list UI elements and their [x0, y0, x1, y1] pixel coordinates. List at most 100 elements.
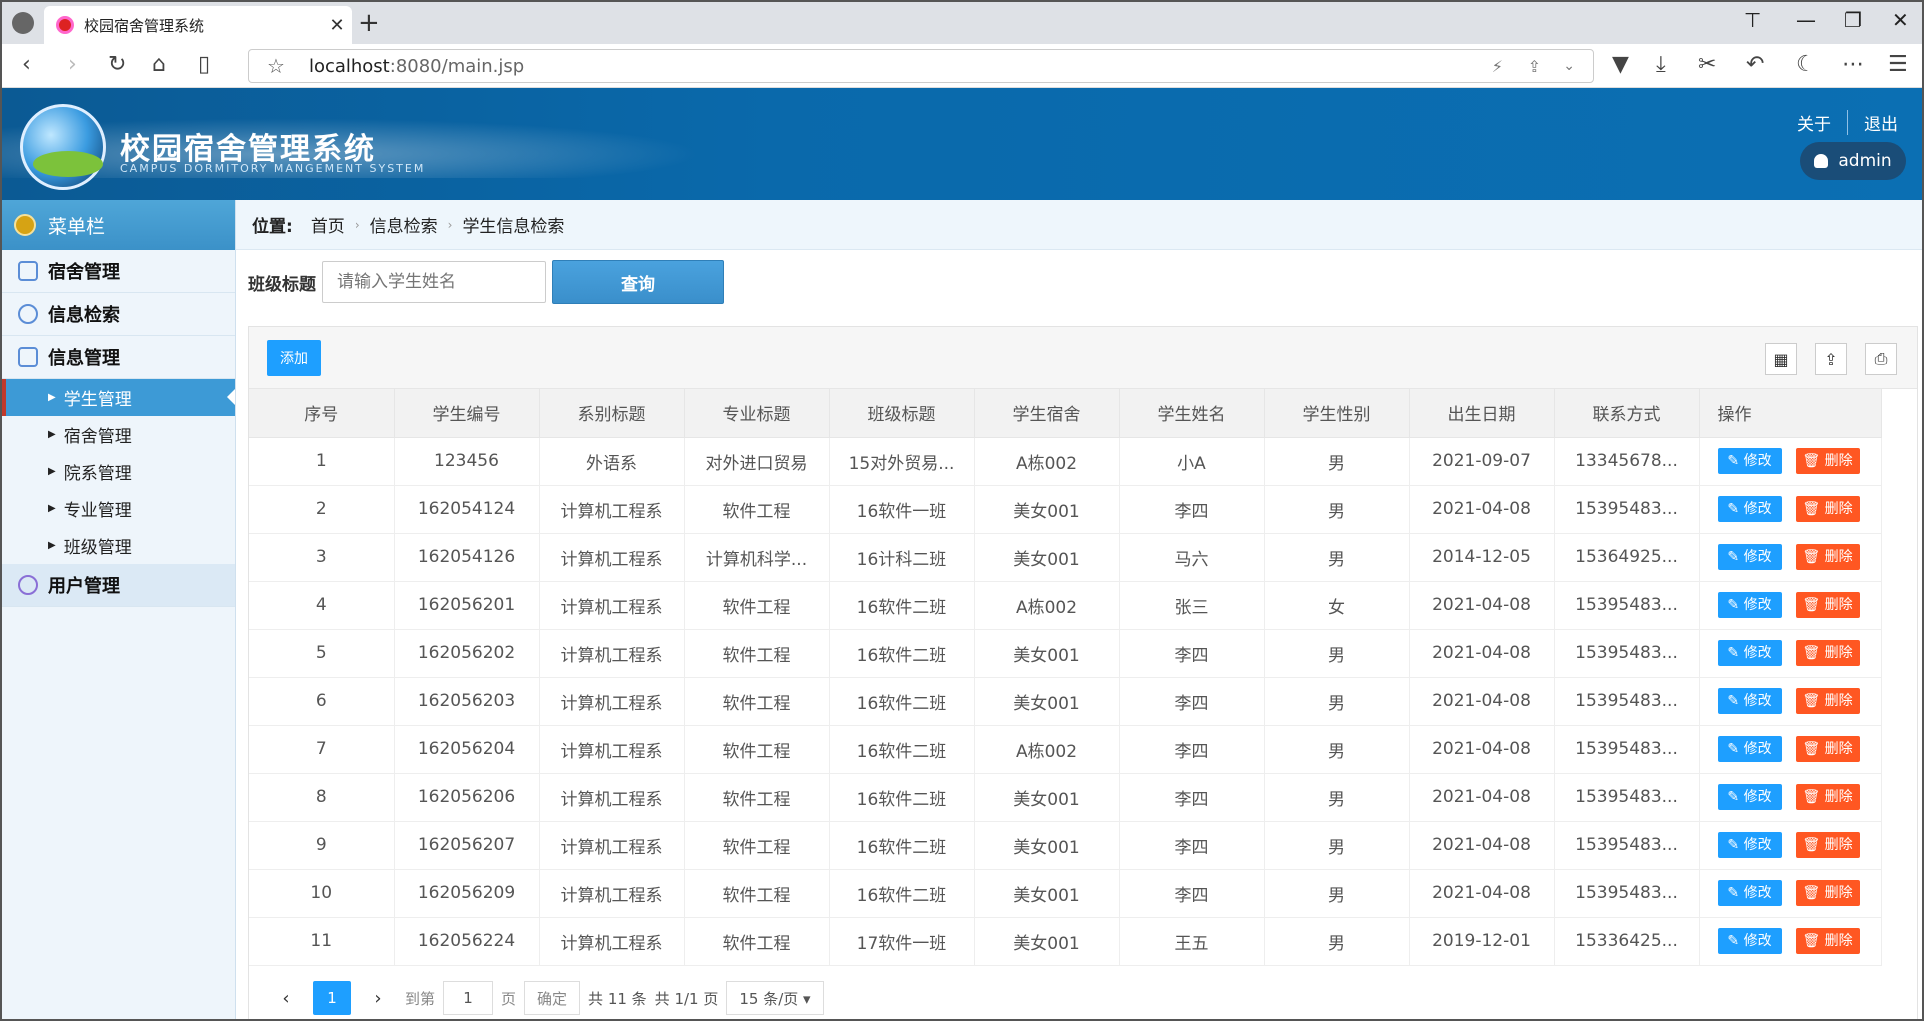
share-icon[interactable]: ⇪: [1528, 57, 1541, 76]
goto-page-input[interactable]: 1: [443, 981, 494, 1015]
caret-right-icon: ▶: [48, 503, 56, 514]
back-icon[interactable]: ‹: [22, 52, 31, 77]
table-cell: 15336425...: [1554, 917, 1700, 966]
table-cell: 162056224: [394, 917, 540, 966]
delete-button[interactable]: 🗑 删除: [1795, 736, 1860, 762]
edit-label: 修改: [1743, 453, 1772, 469]
about-link[interactable]: 关于: [1797, 110, 1831, 135]
search-input[interactable]: [322, 261, 546, 303]
goto-confirm-button[interactable]: 确定: [524, 981, 581, 1015]
table-row: 3 162054126 计算机工程系 计算机科学... 16计科二班 美女001 马六男 20…: [249, 533, 1882, 582]
table-cell: 15395483...: [1554, 485, 1700, 534]
sidebar-group-user[interactable]: 用户管理: [2, 564, 235, 607]
forward-icon[interactable]: ›: [68, 52, 77, 77]
edit-button[interactable]: ✎ 修改: [1717, 592, 1782, 618]
sidebar-group-info[interactable]: 信息管理: [2, 336, 235, 379]
edit-button[interactable]: ✎ 修改: [1717, 880, 1782, 906]
restore-icon[interactable]: ❐: [1844, 8, 1862, 32]
chevron-down-icon[interactable]: ⌄: [1563, 58, 1575, 74]
user-badge[interactable]: admin: [1800, 142, 1906, 180]
address-bar[interactable]: ☆ localhost:8080/main.jsp ⚡ ⇪ ⌄: [248, 49, 1594, 83]
delete-label: 删除: [1824, 837, 1853, 853]
col-header: 学生性别: [1264, 389, 1410, 438]
more-icon[interactable]: ⋯: [1842, 52, 1864, 77]
sidebar-item-class[interactable]: ▶ 班级管理: [2, 527, 235, 564]
delete-button[interactable]: 🗑 删除: [1795, 688, 1860, 714]
table-cell: 软件工程: [684, 677, 830, 726]
edit-button[interactable]: ✎ 修改: [1717, 784, 1782, 810]
browser-tab[interactable]: 校园宿舍管理系统 ✕: [44, 6, 352, 44]
reader-icon[interactable]: ▯: [198, 52, 210, 77]
lightning-icon[interactable]: ⚡: [1492, 57, 1503, 76]
row-actions: ✎ 修改 🗑 删除: [1699, 917, 1882, 966]
print-icon[interactable]: ⎙: [1865, 343, 1897, 375]
edit-button[interactable]: ✎ 修改: [1717, 544, 1782, 570]
edit-button[interactable]: ✎ 修改: [1717, 688, 1782, 714]
delete-button[interactable]: 🗑 删除: [1795, 592, 1860, 618]
delete-button[interactable]: 🗑 删除: [1795, 640, 1860, 666]
home-icon[interactable]: ⌂: [152, 52, 166, 77]
delete-label: 删除: [1824, 645, 1853, 661]
breadcrumb-search[interactable]: 信息检索: [370, 212, 438, 237]
extension-icon[interactable]: ▼: [1612, 52, 1629, 77]
download-icon[interactable]: ⤓: [1656, 52, 1666, 77]
trash-icon: 🗑: [1802, 741, 1825, 757]
edit-button[interactable]: ✎ 修改: [1717, 496, 1782, 522]
prev-page-icon[interactable]: ‹: [267, 981, 305, 1015]
logout-link[interactable]: 退出: [1864, 110, 1898, 135]
edit-button[interactable]: ✎ 修改: [1717, 736, 1782, 762]
new-tab-icon[interactable]: +: [358, 8, 380, 38]
menu-toggle-icon[interactable]: [14, 214, 36, 236]
sidebar-item-dorm[interactable]: ▶ 宿舍管理: [2, 416, 235, 453]
table-cell: 李四: [1119, 869, 1265, 918]
sidebar-group-search[interactable]: 信息检索: [2, 293, 235, 336]
edit-button[interactable]: ✎ 修改: [1717, 832, 1782, 858]
row-actions: ✎ 修改 🗑 删除: [1699, 485, 1882, 534]
bookmark-star-icon[interactable]: ☆: [267, 54, 285, 78]
edit-button[interactable]: ✎ 修改: [1717, 448, 1782, 474]
next-page-icon[interactable]: ›: [359, 981, 397, 1015]
table-cell: 2019-12-01: [1409, 917, 1555, 966]
window-close-icon[interactable]: ✕: [1892, 8, 1909, 32]
delete-button[interactable]: 🗑 删除: [1795, 784, 1860, 810]
delete-label: 删除: [1824, 693, 1853, 709]
minimize-icon[interactable]: —: [1796, 8, 1816, 32]
columns-icon[interactable]: ▦: [1765, 343, 1797, 375]
per-page-select[interactable]: 15 条/页 ▾: [726, 981, 824, 1015]
delete-button[interactable]: 🗑 删除: [1795, 448, 1860, 474]
sidebar-item-department[interactable]: ▶ 院系管理: [2, 453, 235, 490]
table-cell: 美女001: [974, 677, 1120, 726]
delete-button[interactable]: 🗑 删除: [1795, 928, 1860, 954]
edit-label: 修改: [1743, 693, 1772, 709]
table-cell: 男: [1264, 917, 1410, 966]
edit-label: 修改: [1743, 741, 1772, 757]
add-button[interactable]: 添加: [267, 340, 321, 376]
breadcrumb-home[interactable]: 首页: [311, 212, 345, 237]
delete-button[interactable]: 🗑 删除: [1795, 880, 1860, 906]
export-icon[interactable]: ⇪: [1815, 343, 1847, 375]
table-cell: 男: [1264, 533, 1410, 582]
pagination: ‹ 1 › 到第 1 页 确定 共 11 条 共 1/1 页 15 条/页 ▾: [249, 974, 1917, 1019]
delete-button[interactable]: 🗑 删除: [1795, 544, 1860, 570]
table-toolbar: 添加 ▦ ⇪ ⎙: [249, 327, 1917, 389]
trash-icon: 🗑: [1802, 837, 1825, 853]
table-cell: 162056204: [394, 725, 540, 774]
tab-close-icon[interactable]: ✕: [322, 15, 352, 36]
reload-icon[interactable]: ↻: [108, 52, 126, 77]
edit-button[interactable]: ✎ 修改: [1717, 928, 1782, 954]
scissors-icon[interactable]: ✂: [1698, 52, 1716, 77]
query-button[interactable]: 查询: [552, 260, 724, 304]
current-page[interactable]: 1: [313, 981, 351, 1015]
delete-button[interactable]: 🗑 删除: [1795, 496, 1860, 522]
edit-button[interactable]: ✎ 修改: [1717, 640, 1782, 666]
table-cell: 计算机工程系: [539, 533, 685, 582]
sidebar-item-major[interactable]: ▶ 专业管理: [2, 490, 235, 527]
night-mode-icon[interactable]: ☾: [1796, 52, 1816, 77]
sidebar-item-student[interactable]: ▶ 学生管理: [2, 379, 235, 416]
undo-icon[interactable]: ↶: [1746, 52, 1764, 77]
delete-button[interactable]: 🗑 删除: [1795, 832, 1860, 858]
shirt-icon[interactable]: ⊤: [1744, 8, 1761, 32]
sidebar-group-dorm[interactable]: 宿舍管理: [2, 250, 235, 293]
window-icon: [18, 347, 38, 367]
menu-icon[interactable]: ☰: [1888, 52, 1908, 77]
